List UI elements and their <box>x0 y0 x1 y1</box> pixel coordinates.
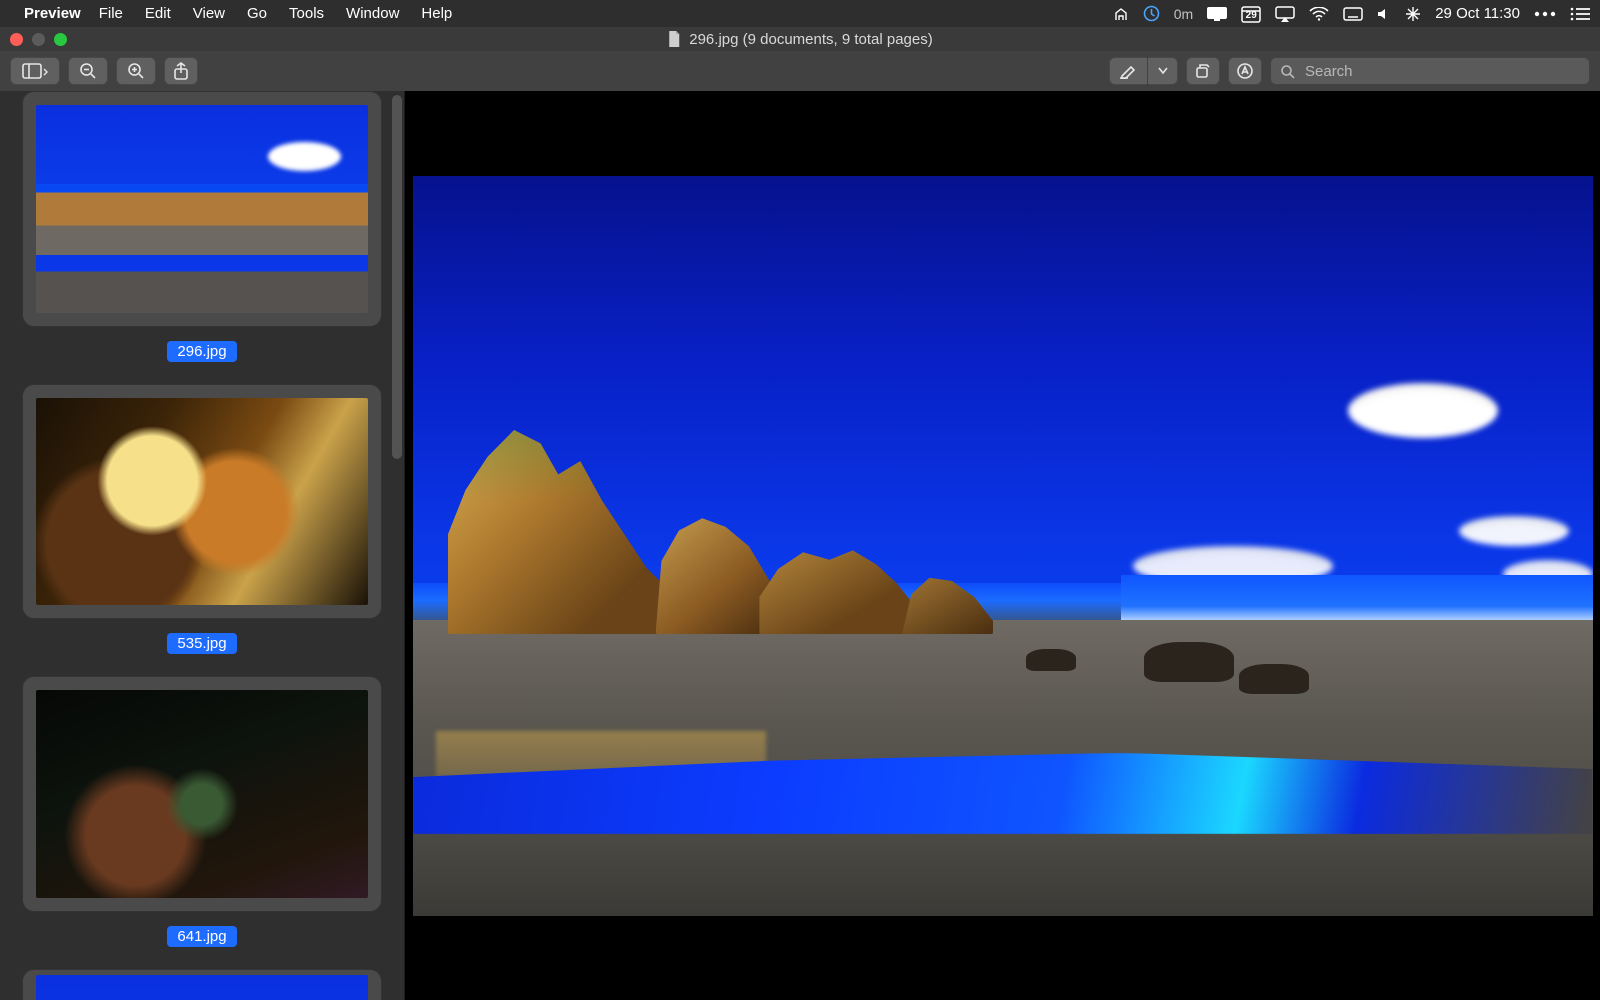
thumbnail-list[interactable]: 296.jpg 535.jpg 641.jpg <box>0 91 404 1000</box>
window-zoom-button[interactable] <box>54 33 67 46</box>
status-volume-icon[interactable] <box>1377 7 1391 21</box>
status-keyboard-icon[interactable] <box>1343 7 1363 21</box>
status-wifi-icon[interactable] <box>1309 7 1329 21</box>
search-field[interactable] <box>1270 57 1590 85</box>
thumbnail-item[interactable]: 641.jpg <box>22 676 382 947</box>
highlight-icon <box>1119 63 1137 79</box>
preview-window: 296.jpg (9 documents, 9 total pages) <box>0 27 1600 1000</box>
thumbnail-sidebar: 296.jpg 535.jpg 641.jpg <box>0 91 404 1000</box>
thumbnail-image <box>36 105 368 313</box>
share-button[interactable] <box>164 57 198 85</box>
menu-tools[interactable]: Tools <box>289 5 324 22</box>
thumbnail-item[interactable]: 296.jpg <box>22 91 382 362</box>
thumbnail-label: 535.jpg <box>167 633 236 654</box>
chevron-down-icon <box>1158 67 1168 75</box>
menu-go[interactable]: Go <box>247 5 267 22</box>
window-controls <box>10 33 67 46</box>
image-viewer[interactable] <box>404 91 1600 1000</box>
status-datetime[interactable]: 29 Oct 11:30 <box>1435 5 1520 22</box>
status-list-icon[interactable] <box>1570 7 1590 21</box>
status-timer[interactable]: 0m <box>1174 6 1193 22</box>
highlight-menu-button[interactable] <box>1109 57 1178 85</box>
thumbnail-item[interactable] <box>22 969 382 1000</box>
macos-menubar: Preview File Edit View Go Tools Window H… <box>0 0 1600 27</box>
status-icons: 0m 29 <box>1113 5 1590 23</box>
sidebar-scrollbar[interactable] <box>392 95 402 459</box>
status-calendar-icon[interactable]: 29 <box>1241 5 1261 23</box>
document-icon <box>667 31 681 47</box>
toolbar <box>0 51 1600 92</box>
thumbnail-image <box>36 975 368 1000</box>
menu-file[interactable]: File <box>99 5 123 22</box>
thumbnail-image <box>36 398 368 606</box>
status-calendar-day: 29 <box>1241 10 1261 21</box>
thumbnail-item[interactable]: 535.jpg <box>22 384 382 655</box>
share-icon <box>173 62 189 80</box>
markup-button[interactable] <box>1228 57 1262 85</box>
thumbnail-image <box>36 690 368 898</box>
window-close-button[interactable] <box>10 33 23 46</box>
sidebar-toggle-button[interactable] <box>10 57 60 85</box>
status-airplay-icon[interactable] <box>1275 6 1295 22</box>
zoom-in-icon <box>127 62 145 80</box>
status-sync-icon[interactable] <box>1143 5 1160 22</box>
status-screen-icon[interactable] <box>1207 7 1227 21</box>
search-input[interactable] <box>1303 62 1580 81</box>
menu-help[interactable]: Help <box>421 5 452 22</box>
content-area: 296.jpg 535.jpg 641.jpg <box>0 91 1600 1000</box>
window-titlebar[interactable]: 296.jpg (9 documents, 9 total pages) <box>0 27 1600 51</box>
highlight-menu-chevron[interactable] <box>1147 57 1178 85</box>
status-extra-icon[interactable] <box>1405 6 1421 22</box>
rotate-button[interactable] <box>1186 57 1220 85</box>
sidebar-icon <box>22 63 48 79</box>
status-app-icon[interactable] <box>1113 6 1129 22</box>
menu-view[interactable]: View <box>193 5 225 22</box>
menu-window[interactable]: Window <box>346 5 399 22</box>
status-dots-icon[interactable] <box>1534 11 1556 17</box>
search-icon <box>1280 64 1295 79</box>
window-title: 296.jpg (9 documents, 9 total pages) <box>667 31 933 48</box>
app-menu[interactable]: Preview <box>24 5 81 22</box>
window-title-text: 296.jpg (9 documents, 9 total pages) <box>689 31 933 48</box>
zoom-out-button[interactable] <box>68 57 108 85</box>
thumbnail-label: 296.jpg <box>167 341 236 362</box>
markup-icon <box>1236 62 1254 80</box>
menu-edit[interactable]: Edit <box>145 5 171 22</box>
window-minimize-button[interactable] <box>32 33 45 46</box>
thumbnail-label: 641.jpg <box>167 926 236 947</box>
zoom-in-button[interactable] <box>116 57 156 85</box>
viewer-canvas <box>413 176 1593 916</box>
zoom-out-icon <box>79 62 97 80</box>
rotate-icon <box>1194 62 1212 80</box>
